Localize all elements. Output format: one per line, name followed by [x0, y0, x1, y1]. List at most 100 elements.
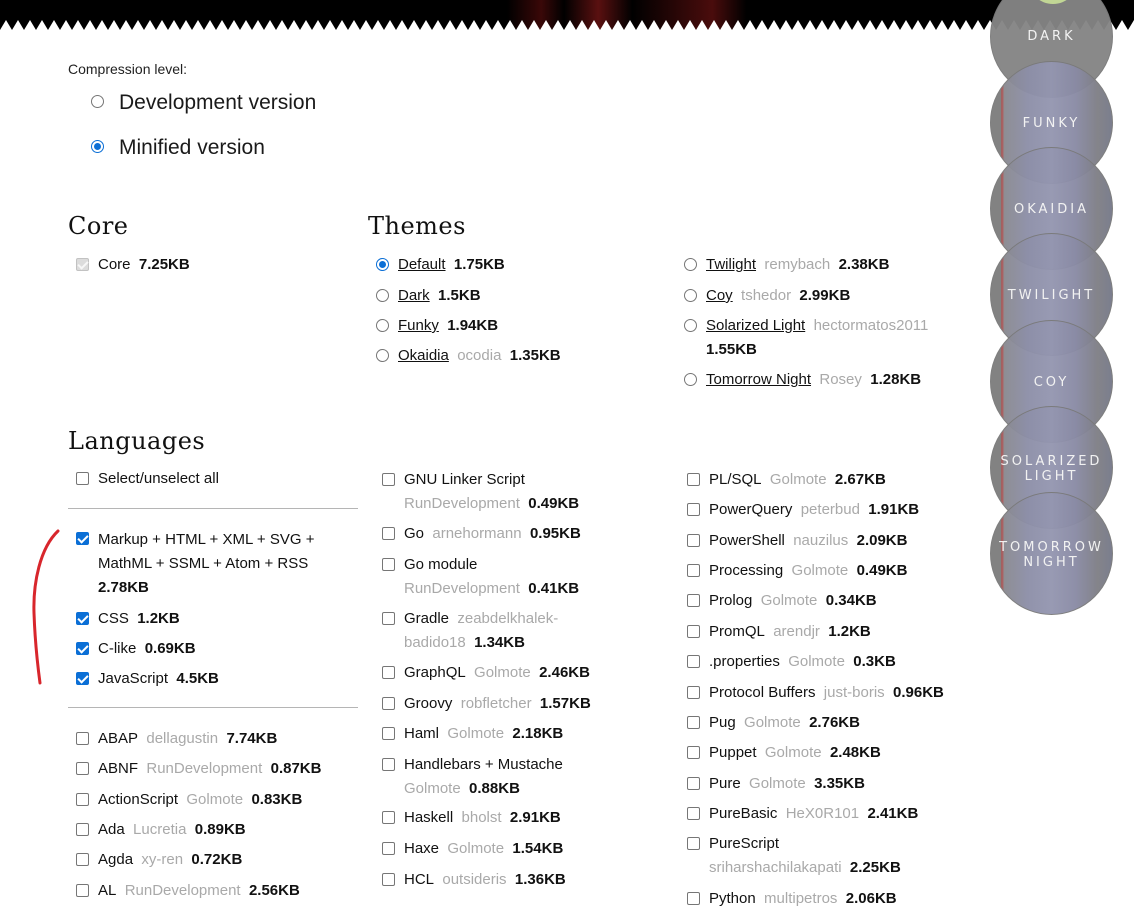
- language-name[interactable]: Haml: [404, 725, 439, 742]
- language-name[interactable]: AL: [98, 882, 116, 899]
- language-gnu-linker-script-item[interactable]: GNU Linker Script: [404, 468, 525, 492]
- development-version-radio[interactable]: [91, 95, 104, 108]
- select-all-checkbox[interactable]: [76, 472, 89, 485]
- theme-dark-item[interactable]: Dark 1.5KB: [398, 284, 481, 308]
- language-powerquery-item[interactable]: PowerQuery peterbud 1.91KB: [709, 498, 919, 522]
- language-pure-item[interactable]: Pure Golmote 3.35KB: [709, 772, 865, 796]
- language-name[interactable]: Pug: [709, 714, 736, 731]
- theme-author[interactable]: tshedor: [741, 287, 791, 304]
- language-author[interactable]: RunDevelopment: [125, 882, 241, 899]
- language-purebasic-item[interactable]: PureBasic HeX0R101 2.41KB: [709, 802, 918, 826]
- language-name[interactable]: Protocol Buffers: [709, 684, 815, 701]
- language-author[interactable]: Golmote: [404, 780, 461, 797]
- language-name[interactable]: Puppet: [709, 744, 757, 761]
- language-go-module-checkbox[interactable]: [382, 558, 395, 571]
- language-name[interactable]: Haxe: [404, 840, 439, 857]
- theme-funky-radio[interactable]: [376, 319, 389, 332]
- language-handlebars-mustache-checkbox[interactable]: [382, 758, 395, 771]
- language-ada-item[interactable]: Ada Lucretia 0.89KB: [98, 818, 246, 842]
- theme-okaidia-radio[interactable]: [376, 349, 389, 362]
- language-javascript-item[interactable]: JavaScript 4.5KB: [98, 667, 219, 691]
- language-meta[interactable]: RunDevelopment 0.41KB: [404, 577, 579, 601]
- theme-author[interactable]: ocodia: [457, 347, 501, 364]
- language-css-checkbox[interactable]: [76, 612, 89, 625]
- markup-checkbox[interactable]: [76, 532, 89, 545]
- language-author[interactable]: Golmote: [447, 725, 504, 742]
- language-processing-checkbox[interactable]: [687, 564, 700, 577]
- theme-author[interactable]: Rosey: [819, 371, 862, 388]
- language-author[interactable]: sriharshachilakapati: [709, 859, 842, 876]
- markup-name-line2[interactable]: MathML + SSML + Atom + RSS: [98, 552, 308, 576]
- language-abap-item[interactable]: ABAP dellagustin 7.74KB: [98, 727, 277, 751]
- language-name[interactable]: Go module: [404, 556, 477, 573]
- theme-coy-radio[interactable]: [684, 289, 697, 302]
- theme-name-link[interactable]: Default: [398, 256, 446, 273]
- language-name[interactable]: PureScript: [709, 835, 779, 852]
- language-powershell-checkbox[interactable]: [687, 534, 700, 547]
- language-author[interactable]: outsideris: [442, 871, 506, 888]
- language-gradle-item[interactable]: Gradle zeabdelkhalek-: [404, 607, 558, 631]
- language-author[interactable]: badido18: [404, 634, 466, 651]
- language-author[interactable]: arendjr: [773, 623, 820, 640]
- language-agda-item[interactable]: Agda xy-ren 0.72KB: [98, 848, 242, 872]
- language-name[interactable]: JavaScript: [98, 670, 168, 687]
- language-abnf-item[interactable]: ABNF RunDevelopment 0.87KB: [98, 757, 321, 781]
- minified-version-radio[interactable]: [91, 140, 104, 153]
- language-javascript-checkbox[interactable]: [76, 672, 89, 685]
- language-name[interactable]: CSS: [98, 610, 129, 627]
- language-promql-checkbox[interactable]: [687, 625, 700, 638]
- language-purescript-checkbox[interactable]: [687, 837, 700, 850]
- language-prolog-item[interactable]: Prolog Golmote 0.34KB: [709, 589, 877, 613]
- theme-name-link[interactable]: Twilight: [706, 256, 756, 273]
- language-css-item[interactable]: CSS 1.2KB: [98, 607, 180, 631]
- language-author[interactable]: Golmote: [186, 791, 243, 808]
- language-puppet-item[interactable]: Puppet Golmote 2.48KB: [709, 741, 881, 765]
- language-name[interactable]: Go: [404, 525, 424, 542]
- language-abap-checkbox[interactable]: [76, 732, 89, 745]
- language-author[interactable]: Golmote: [761, 592, 818, 609]
- theme-solarized-light-radio[interactable]: [684, 319, 697, 332]
- language-name[interactable]: PureBasic: [709, 805, 777, 822]
- language-author[interactable]: xy-ren: [141, 851, 183, 868]
- theme-author[interactable]: remybach: [764, 256, 830, 273]
- language-protocol-buffers-item[interactable]: Protocol Buffers just-boris 0.96KB: [709, 681, 944, 705]
- markup-name[interactable]: Markup + HTML + XML + SVG +: [98, 528, 314, 552]
- theme-name-link[interactable]: Dark: [398, 287, 430, 304]
- theme-tomorrow-night-item[interactable]: Tomorrow Night Rosey 1.28KB: [706, 368, 921, 392]
- language-gnu-linker-script-checkbox[interactable]: [382, 473, 395, 486]
- language-puppet-checkbox[interactable]: [687, 746, 700, 759]
- select-all-label[interactable]: Select/unselect all: [98, 467, 219, 491]
- language-name[interactable]: C-like: [98, 640, 136, 657]
- language-author[interactable]: dellagustin: [146, 730, 218, 747]
- language-hcl-checkbox[interactable]: [382, 873, 395, 886]
- theme-twilight-radio[interactable]: [684, 258, 697, 271]
- language-al-item[interactable]: AL RunDevelopment 2.56KB: [98, 879, 300, 903]
- language-author[interactable]: zeabdelkhalek-: [457, 610, 558, 627]
- language-graphql-checkbox[interactable]: [382, 666, 395, 679]
- language-purebasic-checkbox[interactable]: [687, 807, 700, 820]
- minified-version-label[interactable]: Minified version: [119, 136, 265, 160]
- language-name[interactable]: PowerQuery: [709, 501, 792, 518]
- language-name[interactable]: Pure: [709, 775, 741, 792]
- language-handlebars-mustache-item[interactable]: Handlebars + Mustache: [404, 753, 563, 777]
- theme-default-item[interactable]: Default 1.75KB: [398, 253, 505, 277]
- language-name[interactable]: Agda: [98, 851, 133, 868]
- language-powerquery-checkbox[interactable]: [687, 503, 700, 516]
- language-actionscript-item[interactable]: ActionScript Golmote 0.83KB: [98, 788, 302, 812]
- language-name[interactable]: Python: [709, 890, 756, 907]
- language-author[interactable]: just-boris: [824, 684, 885, 701]
- language-name[interactable]: Processing: [709, 562, 783, 579]
- language-name[interactable]: PL/SQL: [709, 471, 762, 488]
- language-name[interactable]: ABNF: [98, 760, 138, 777]
- language-pl-sql-item[interactable]: PL/SQL Golmote 2.67KB: [709, 468, 886, 492]
- language-author[interactable]: RunDevelopment: [404, 580, 520, 597]
- language-author[interactable]: Golmote: [749, 775, 806, 792]
- language-haml-item[interactable]: Haml Golmote 2.18KB: [404, 722, 563, 746]
- language-name[interactable]: Haskell: [404, 809, 453, 826]
- language-name[interactable]: Groovy: [404, 695, 452, 712]
- theme-solarized-light-item[interactable]: Solarized Light hectormatos2011: [706, 314, 928, 338]
- language-author[interactable]: Golmote: [770, 471, 827, 488]
- theme-name-link[interactable]: Okaidia: [398, 347, 449, 364]
- language-pug-item[interactable]: Pug Golmote 2.76KB: [709, 711, 860, 735]
- language-graphql-item[interactable]: GraphQL Golmote 2.46KB: [404, 661, 590, 685]
